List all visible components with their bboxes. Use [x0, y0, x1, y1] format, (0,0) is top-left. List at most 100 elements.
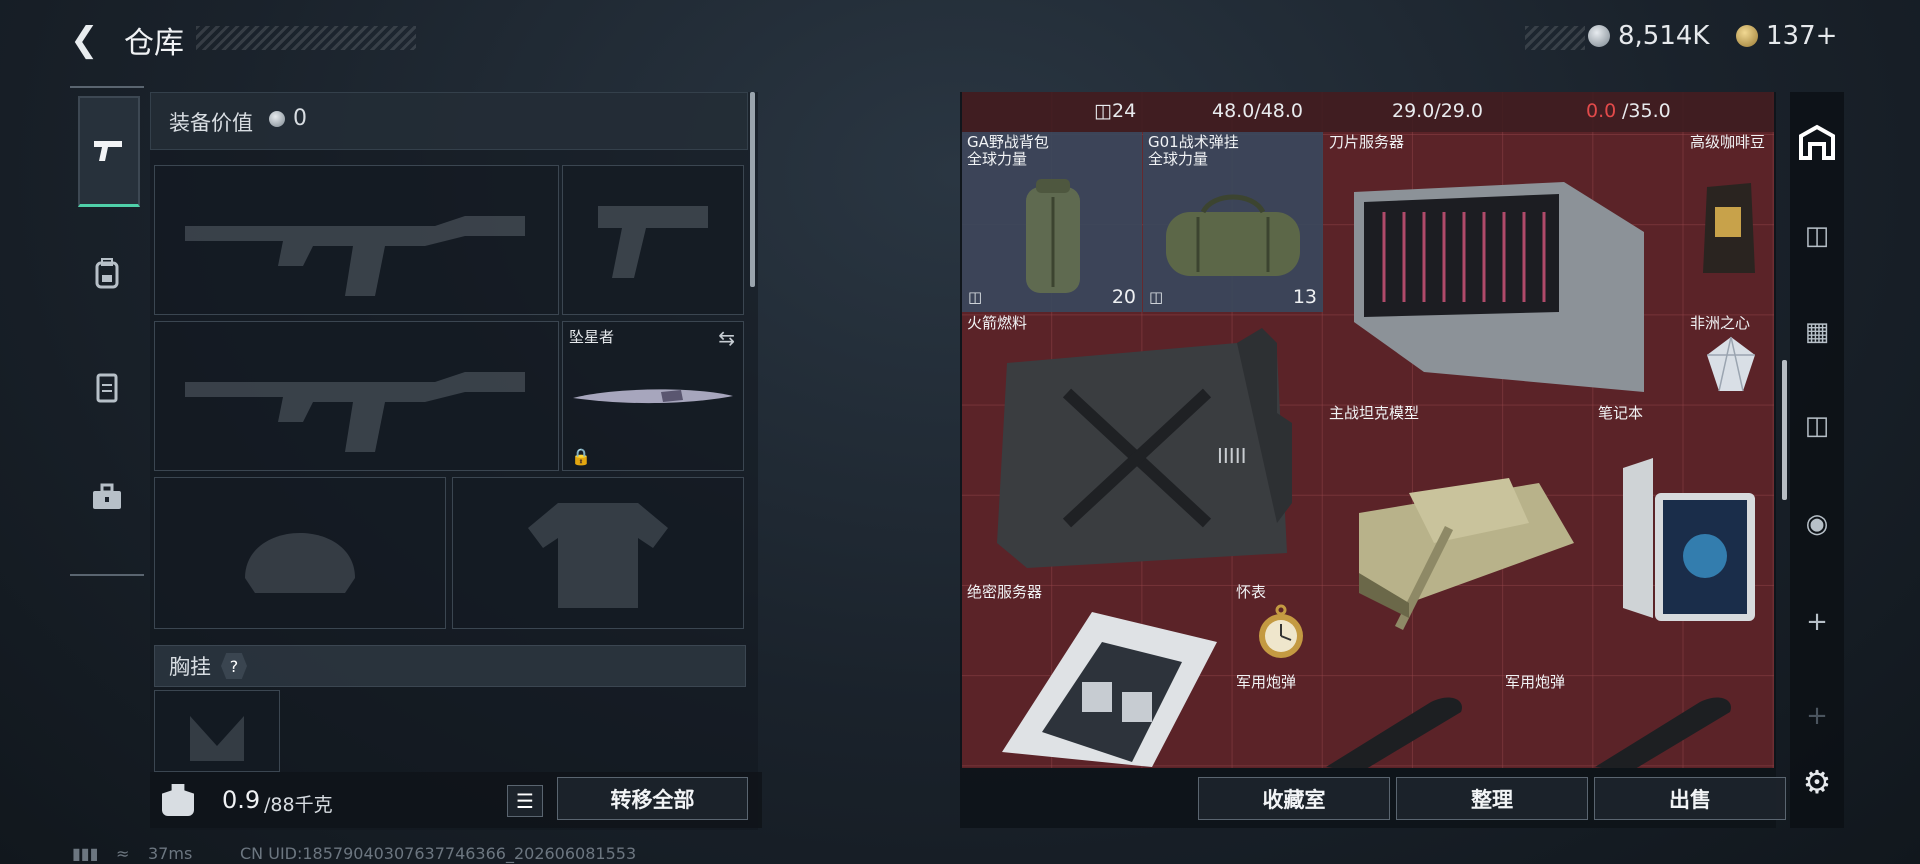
- gold-amount: 137+: [1766, 21, 1838, 51]
- classified-server-icon: [1002, 612, 1217, 767]
- item-name: 军用炮弹: [1505, 673, 1566, 691]
- stash-item[interactable]: 绝密服务器: [962, 582, 1230, 768]
- currency-decoration: [1525, 26, 1585, 50]
- chest-rig-label: 胸挂: [169, 655, 211, 679]
- item-name: 高级咖啡豆: [1690, 133, 1766, 151]
- stash-page-3-icon[interactable]: ▦: [1797, 312, 1837, 352]
- coffee-bag-icon: [1703, 183, 1755, 273]
- no-insure-icon: ◫: [1149, 288, 1164, 306]
- transfer-all-button[interactable]: 转移全部: [557, 777, 748, 820]
- stash-item[interactable]: 笔记本: [1593, 403, 1773, 671]
- item-name: 怀表: [1236, 583, 1267, 601]
- add-page-icon[interactable]: +: [1797, 602, 1837, 642]
- knife-icon: [573, 389, 733, 404]
- lock-icon: 🔒: [571, 447, 591, 466]
- stash-page-2-icon[interactable]: ◫: [1797, 216, 1837, 256]
- item-name: 主战坦克模型: [1329, 404, 1420, 422]
- item-name: 笔记本: [1598, 404, 1644, 422]
- slot-count-icon: ◫: [1094, 100, 1112, 122]
- equipment-scrollbar[interactable]: [750, 92, 755, 287]
- back-arrow-icon[interactable]: ❮: [70, 22, 106, 58]
- stash-item[interactable]: G01战术弹挂 全球力量 ◫ 13: [1143, 132, 1323, 312]
- tab-backpack[interactable]: [78, 220, 136, 326]
- stash-scrollbar[interactable]: [1782, 360, 1787, 500]
- main-stash-icon[interactable]: [1797, 122, 1837, 162]
- main-stash-icon: [1799, 124, 1835, 160]
- stash-item[interactable]: 主战坦克模型: [1324, 403, 1592, 671]
- stash-item[interactable]: GA野战背包 全球力量 ◫ 20: [962, 132, 1142, 312]
- page-title: 仓库: [124, 26, 184, 61]
- equipment-value: 0: [293, 106, 307, 131]
- stat-capacity-b: 29.0/29.0: [1392, 100, 1484, 122]
- equipment-value-label: 装备价值: [169, 111, 253, 135]
- pistol-silhouette-icon: [598, 206, 708, 278]
- diamond-icon: [1707, 336, 1755, 392]
- collection-room-button[interactable]: 收藏室: [1198, 777, 1390, 820]
- category-tabs: [70, 86, 144, 576]
- title-decoration: [196, 26, 416, 50]
- item-count: 13: [1292, 286, 1317, 308]
- stash-item[interactable]: 高级咖啡豆: [1685, 132, 1774, 312]
- stash-item[interactable]: 刀片服务器: [1324, 132, 1684, 400]
- stash-page-5-icon[interactable]: ◉: [1797, 504, 1837, 544]
- stat-capacity-a: 48.0/48.0: [1212, 100, 1304, 122]
- swap-icon[interactable]: ⇆: [718, 326, 735, 350]
- pistol-icon: [94, 141, 122, 161]
- stash-item[interactable]: 军用炮弹: [1231, 672, 1499, 768]
- help-icon[interactable]: ?: [221, 653, 247, 679]
- fuel-canister-icon: IIIII: [997, 328, 1292, 568]
- stash-item[interactable]: 火箭燃料 IIIII: [962, 313, 1322, 581]
- pocket-watch-icon: [1259, 604, 1303, 658]
- backpack-icon: [95, 258, 119, 289]
- item-name: 刀片服务器: [1329, 133, 1405, 151]
- settings-gear-icon[interactable]: ⚙: [1797, 762, 1837, 802]
- sell-button[interactable]: 出售: [1594, 777, 1786, 820]
- stash-item[interactable]: 军用炮弹: [1500, 672, 1768, 768]
- helmet-slot[interactable]: [154, 477, 446, 629]
- tab-vest[interactable]: [78, 334, 136, 440]
- silver-coin-icon: [269, 111, 285, 127]
- tank-model-icon: [1359, 478, 1574, 631]
- tab-weapons[interactable]: [78, 96, 140, 207]
- laptop-icon: [1623, 458, 1755, 621]
- toolbox-icon: [93, 483, 121, 509]
- gold-currency[interactable]: 137+: [1736, 20, 1837, 52]
- no-insure-icon: ◫: [968, 288, 983, 306]
- silver-currency[interactable]: 8,514K: [1588, 20, 1709, 52]
- organize-button[interactable]: 整理: [1396, 777, 1588, 820]
- primary-weapon-slot[interactable]: [154, 165, 559, 315]
- equipment-value-header: 装备价值 0: [150, 92, 748, 150]
- pistol-slot[interactable]: [562, 165, 744, 315]
- melee-slot-label: 坠星者: [569, 328, 615, 346]
- rifle-silhouette-icon: [185, 216, 525, 296]
- tab-toolbox[interactable]: [78, 444, 136, 550]
- chest-rig-slot[interactable]: [154, 690, 280, 772]
- item-count: 20: [1111, 286, 1136, 308]
- item-name: G01战术弹挂 全球力量: [1148, 133, 1239, 168]
- rifle-silhouette-icon: [185, 372, 525, 452]
- stat-capacity-c-current: 0.0: [1586, 100, 1617, 122]
- ping-value: 37ms: [148, 844, 193, 863]
- item-name: GA野战背包 全球力量: [967, 133, 1049, 168]
- artillery-shell-icon: [1595, 697, 1731, 768]
- list-icon[interactable]: ☰: [507, 785, 543, 817]
- battery-icon: ▮▮▮: [72, 844, 99, 863]
- blade-server-icon: [1354, 182, 1644, 392]
- stash-item[interactable]: 非洲之心: [1685, 313, 1774, 400]
- helmet-silhouette-icon: [245, 533, 355, 593]
- artillery-shell-icon: [1326, 697, 1462, 768]
- item-name: 军用炮弹: [1236, 673, 1297, 691]
- armor-silhouette-icon: [528, 503, 668, 608]
- stat-capacity-c-max: /35.0: [1622, 100, 1671, 122]
- melee-slot[interactable]: 坠星者 ⇆ 🔒: [562, 321, 744, 471]
- armor-slot[interactable]: [452, 477, 744, 629]
- item-name: 绝密服务器: [967, 583, 1043, 601]
- stash-page-4-icon[interactable]: ◫: [1797, 406, 1837, 446]
- stash-item[interactable]: 怀表: [1231, 582, 1321, 669]
- add-page-disabled-icon: +: [1806, 701, 1828, 731]
- weight-max: /88千克: [264, 794, 333, 816]
- backpack-item-icon: [1026, 179, 1080, 293]
- secondary-weapon-slot[interactable]: [154, 321, 559, 471]
- chest-rig-header: 胸挂 ?: [154, 645, 746, 687]
- weight-current: 0.9: [222, 786, 261, 814]
